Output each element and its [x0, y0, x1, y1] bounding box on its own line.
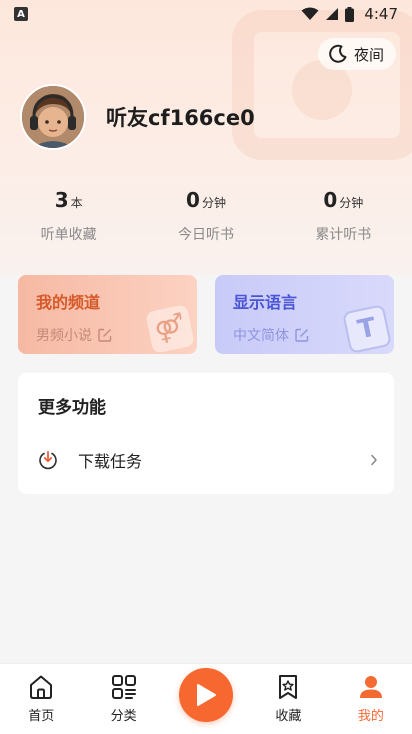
stats-row: 3本 听单收藏 0 分钟 今日听书 0 分钟 累计听书	[0, 188, 412, 244]
username: 听友cf166ce0	[106, 106, 255, 130]
language-subtitle: 中文简体	[233, 328, 289, 344]
stat-unit: 分钟	[339, 196, 364, 210]
night-mode-label: 夜间	[353, 45, 384, 64]
nav-home-label: 首页	[28, 709, 55, 724]
play-icon	[197, 684, 216, 706]
stat-value: 0	[323, 188, 338, 212]
night-mode-button[interactable]: 夜间	[317, 38, 396, 70]
stat-total[interactable]: 0 分钟 累计听书	[275, 188, 412, 244]
signal-icon	[326, 8, 339, 20]
edit-icon	[98, 328, 112, 342]
moon-icon	[329, 44, 347, 63]
text-icon: T	[342, 304, 392, 354]
user-icon	[359, 676, 382, 698]
app-notification-icon: A	[14, 7, 28, 21]
stat-today[interactable]: 0 分钟 今日听书	[137, 188, 274, 244]
home-icon	[30, 675, 53, 699]
battery-icon	[345, 6, 355, 22]
stat-unit: 本	[70, 196, 83, 210]
gender-icon: ⚤	[145, 304, 195, 354]
edit-icon	[295, 328, 309, 342]
channel-subtitle: 男频小说	[36, 328, 92, 344]
download-tasks-label: 下载任务	[78, 452, 143, 471]
more-functions-panel: 更多功能 下载任务	[18, 373, 394, 494]
stat-value: 0	[186, 188, 200, 212]
category-icon	[111, 675, 136, 699]
bookmark-icon	[279, 675, 298, 699]
nav-favorites[interactable]: 收藏	[247, 664, 329, 734]
status-time: 4:47	[364, 5, 398, 23]
stat-unit: 分钟	[201, 196, 226, 210]
download-icon	[39, 451, 57, 470]
download-tasks-row[interactable]: 下载任务	[18, 443, 394, 477]
avatar[interactable]	[20, 84, 86, 150]
status-bar: A 4:47	[0, 0, 412, 28]
more-functions-title: 更多功能	[38, 398, 106, 418]
avatar-image	[22, 86, 84, 148]
nav-mine-label: 我的	[357, 709, 384, 724]
nav-category[interactable]: 分类	[82, 664, 164, 734]
wifi-icon	[301, 7, 319, 20]
stat-caption: 听单收藏	[40, 227, 97, 243]
stat-favorites[interactable]: 3本 听单收藏	[0, 188, 137, 244]
nav-category-label: 分类	[110, 709, 137, 724]
nav-favorites-label: 收藏	[275, 709, 302, 724]
display-language-card[interactable]: 显示语言 中文简体 T	[215, 275, 394, 354]
stat-caption: 累计听书	[315, 227, 372, 243]
stat-value: 3	[54, 188, 69, 212]
play-button[interactable]	[179, 668, 233, 722]
nav-home[interactable]: 首页	[0, 664, 82, 734]
stat-caption: 今日听书	[177, 227, 234, 243]
nav-mine[interactable]: 我的	[330, 664, 412, 734]
chevron-right-icon	[371, 454, 377, 466]
my-channel-card[interactable]: 我的频道 男频小说 ⚤	[18, 275, 197, 354]
